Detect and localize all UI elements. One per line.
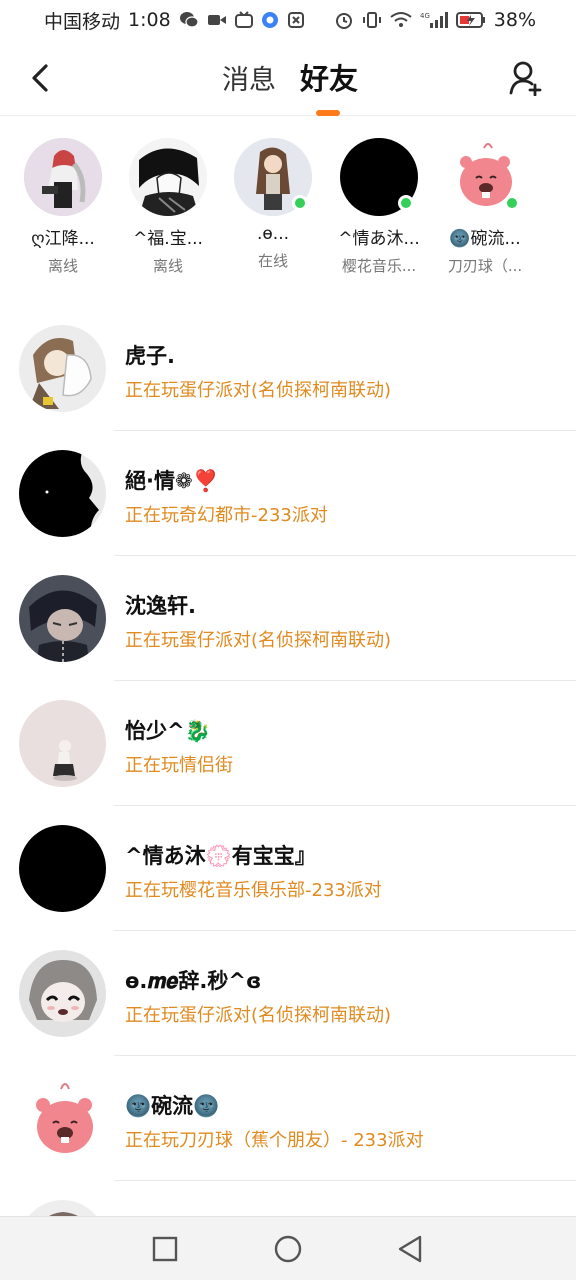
avatar: [24, 138, 102, 216]
avatar: [19, 450, 106, 537]
add-friend-button[interactable]: [506, 58, 546, 98]
avatar: [19, 950, 106, 1037]
friend-activity: 正在玩蛋仔派对(名侦探柯南联动): [125, 380, 392, 401]
online-friend-name: 🌚碗流...: [449, 229, 521, 249]
triangle-back-icon: [398, 1235, 422, 1263]
alarm-icon: [334, 10, 354, 30]
vibrate-icon: [362, 10, 382, 30]
status-bar: 中国移动 1:08 4G 38%: [0, 0, 576, 40]
online-friend-status: 樱花音乐...: [341, 257, 417, 275]
avatar: [19, 825, 106, 912]
online-indicator: [398, 195, 414, 211]
header: 消息 好友: [0, 40, 576, 116]
back-button[interactable]: [22, 60, 58, 96]
friend-list: 虎子. 正在玩蛋仔派对(名侦探柯南联动) 絕·情❁❣️ 正在玩奇幻都市-233派…: [0, 306, 576, 1280]
friend-row[interactable]: ^情あ沐💮有宝宝』 正在玩樱花音乐俱乐部-233派对: [0, 806, 576, 931]
network-type: 4G: [420, 12, 430, 20]
friend-name: 怡少^🐉: [125, 719, 211, 743]
friend-activity: 正在玩蛋仔派对(名侦探柯南联动): [125, 1005, 392, 1026]
online-friend-status: 在线: [257, 252, 288, 270]
online-friend-item[interactable]: ^福.宝... 离线: [115, 138, 221, 276]
online-indicator: [504, 195, 520, 211]
clock: 1:08: [128, 9, 171, 31]
online-friend-name: .ɵ...: [256, 224, 290, 244]
app-icon: [287, 11, 305, 29]
online-friend-item[interactable]: .ɵ... 在线: [220, 138, 326, 271]
online-friend-item[interactable]: ^情あ沐... 樱花音乐...: [326, 138, 432, 276]
system-nav-bar: [0, 1216, 576, 1280]
video-icon: [207, 12, 227, 28]
friend-name: 絕·情❁❣️: [125, 469, 219, 493]
avatar: [129, 138, 207, 216]
battery-icon: [455, 12, 486, 28]
online-friend-item[interactable]: ღ江降... 离线: [10, 138, 116, 276]
online-friends-strip: ღ江降... 离线 ^福.宝... 离线 .ɵ... 在线 ^情あ沐... 樱花…: [0, 138, 576, 288]
online-friend-status: 离线: [47, 257, 78, 275]
friend-name: 🌚碗流🌚: [125, 1094, 220, 1118]
system-back-button[interactable]: [394, 1233, 426, 1265]
friend-activity: 正在玩情侣街: [125, 755, 233, 776]
friend-name: ɵ.𝒎𝒆辞.秒^ɞ: [125, 969, 262, 993]
circle-icon: [274, 1235, 302, 1263]
friend-name: 沈逸轩.: [125, 594, 196, 618]
friend-row[interactable]: 沈逸轩. 正在玩蛋仔派对(名侦探柯南联动): [0, 556, 576, 681]
recent-apps-button[interactable]: [149, 1233, 181, 1265]
friend-activity: 正在玩蛋仔派对(名侦探柯南联动): [125, 630, 392, 651]
tab-messages[interactable]: 消息: [222, 58, 276, 97]
avatar: [19, 1075, 106, 1162]
online-friend-status: 刀刃球（...: [447, 257, 523, 275]
friend-activity: 正在玩刀刃球（蕉个朋友）- 233派对: [125, 1130, 424, 1151]
online-friend-name: ^福.宝...: [133, 229, 203, 249]
friend-activity: 正在玩樱花音乐俱乐部-233派对: [125, 880, 382, 901]
avatar: [19, 700, 106, 787]
friend-row[interactable]: 🌚碗流🌚 正在玩刀刃球（蕉个朋友）- 233派对: [0, 1056, 576, 1181]
active-tab-indicator: [316, 110, 340, 116]
friend-activity: 正在玩奇幻都市-233派对: [125, 505, 328, 526]
browser-icon: [261, 11, 279, 29]
online-indicator: [292, 195, 308, 211]
tv-icon: [234, 11, 253, 29]
online-friend-status: 离线: [152, 257, 183, 275]
wifi-icon: [390, 11, 412, 29]
online-friend-item[interactable]: 🌚碗流... 刀刃球（...: [432, 138, 538, 276]
signal-icon: 4G: [420, 11, 448, 29]
friend-name: 虎子.: [125, 344, 175, 368]
online-friend-name: ღ江降...: [31, 229, 95, 249]
friend-row[interactable]: 絕·情❁❣️ 正在玩奇幻都市-233派对: [0, 431, 576, 556]
avatar: [19, 575, 106, 662]
tab-friends[interactable]: 好友: [300, 56, 358, 98]
battery-level: 38%: [493, 9, 536, 31]
online-friend-name: ^情あ沐...: [338, 229, 420, 249]
avatar: [19, 325, 106, 412]
friend-row[interactable]: 虎子. 正在玩蛋仔派对(名侦探柯南联动): [0, 306, 576, 431]
square-icon: [152, 1236, 178, 1262]
wechat-icon: [179, 11, 199, 29]
friend-row[interactable]: ɵ.𝒎𝒆辞.秒^ɞ 正在玩蛋仔派对(名侦探柯南联动): [0, 931, 576, 1056]
home-button[interactable]: [272, 1233, 304, 1265]
add-user-icon: [509, 61, 542, 96]
carrier-label: 中国移动: [44, 10, 121, 33]
chevron-left-icon: [32, 64, 48, 92]
friend-row[interactable]: 怡少^🐉 正在玩情侣街: [0, 681, 576, 806]
friend-name: ^情あ沐💮有宝宝』: [125, 844, 316, 868]
